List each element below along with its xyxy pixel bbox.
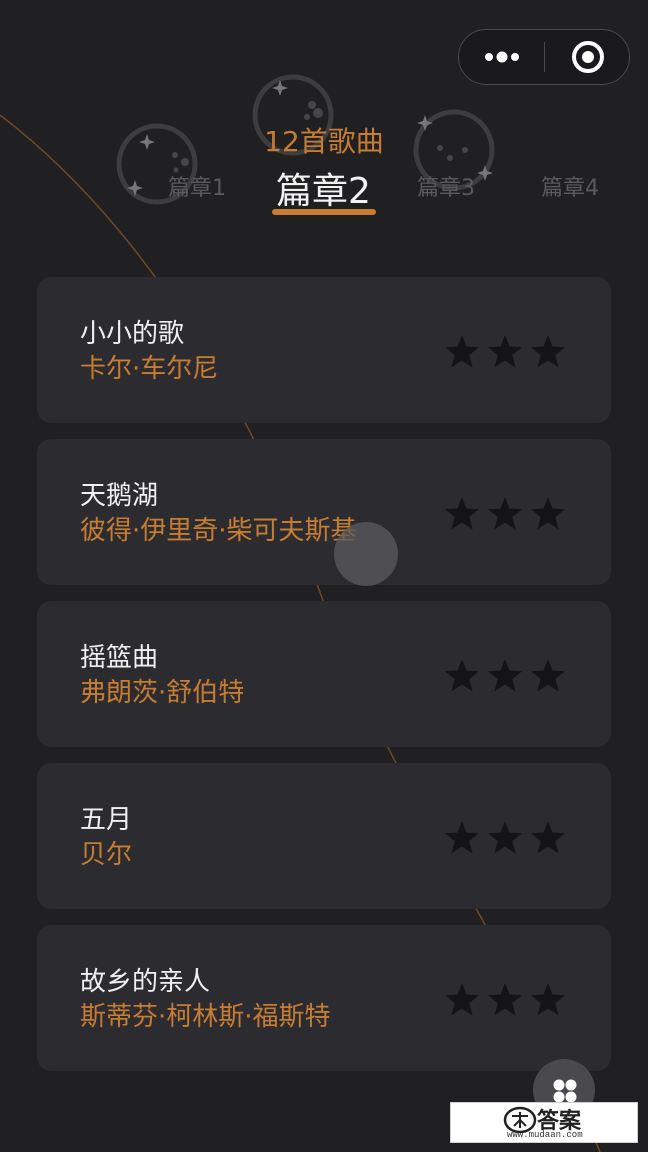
star-rating — [443, 495, 567, 533]
star-icon — [486, 495, 524, 533]
mini-program-capsule — [458, 29, 630, 85]
song-title: 摇篮曲 — [80, 643, 159, 673]
song-composer: 斯蒂芬·柯林斯·福斯特 — [80, 1002, 331, 1032]
touch-indicator — [334, 522, 398, 586]
tab-chapter-3[interactable]: 篇章3 — [417, 170, 475, 202]
star-icon — [443, 981, 481, 1019]
star-icon — [443, 819, 481, 857]
song-title: 故乡的亲人 — [80, 967, 211, 997]
star-rating — [443, 981, 567, 1019]
star-rating — [443, 333, 567, 371]
four-dots-icon — [553, 1079, 577, 1103]
song-title: 天鹅湖 — [80, 481, 159, 511]
star-icon — [529, 333, 567, 371]
song-title: 小小的歌 — [80, 319, 185, 349]
star-icon — [529, 495, 567, 533]
close-button[interactable] — [545, 30, 631, 83]
song-composer: 弗朗茨·舒伯特 — [80, 678, 245, 708]
tab-chapter-2[interactable]: 篇章2 — [276, 162, 371, 214]
star-rating — [443, 819, 567, 857]
target-circle-icon — [572, 40, 604, 73]
watermark: 答案 www.mudaan.com — [450, 1102, 638, 1143]
star-icon — [486, 819, 524, 857]
song-composer: 卡尔·车尔尼 — [80, 354, 219, 384]
song-card[interactable]: 小小的歌 卡尔·车尔尼 — [37, 277, 611, 423]
song-title: 五月 — [80, 805, 133, 835]
song-card[interactable]: 五月 贝尔 — [37, 763, 611, 909]
song-card[interactable]: 故乡的亲人 斯蒂芬·柯林斯·福斯特 — [37, 925, 611, 1071]
star-icon — [529, 981, 567, 1019]
star-icon — [443, 657, 481, 695]
more-button[interactable] — [459, 30, 545, 83]
watermark-url: www.mudaan.com — [507, 1130, 583, 1140]
song-count-label: 12首歌曲 — [264, 125, 384, 158]
chapter-screen: 12首歌曲 篇章1 篇章2 篇章3 篇章4 小小的歌 卡尔·车尔尼 天鹅湖 彼得… — [0, 0, 648, 1152]
star-icon — [443, 495, 481, 533]
song-card[interactable]: 天鹅湖 彼得·伊里奇·柴可夫斯基 — [37, 439, 611, 585]
more-dots-icon — [485, 51, 519, 62]
song-card[interactable]: 摇篮曲 弗朗茨·舒伯特 — [37, 601, 611, 747]
tab-chapter-1[interactable]: 篇章1 — [168, 170, 226, 202]
star-icon — [486, 657, 524, 695]
song-composer: 彼得·伊里奇·柴可夫斯基 — [80, 516, 357, 546]
star-rating — [443, 657, 567, 695]
tab-chapter-4[interactable]: 篇章4 — [541, 170, 599, 202]
star-icon — [486, 333, 524, 371]
song-composer: 贝尔 — [80, 840, 133, 870]
star-icon — [529, 819, 567, 857]
active-tab-indicator — [272, 209, 376, 215]
star-icon — [529, 657, 567, 695]
song-list: 小小的歌 卡尔·车尔尼 天鹅湖 彼得·伊里奇·柴可夫斯基 摇篮曲 弗朗茨·舒伯特… — [37, 277, 611, 1087]
star-icon — [443, 333, 481, 371]
star-icon — [486, 981, 524, 1019]
